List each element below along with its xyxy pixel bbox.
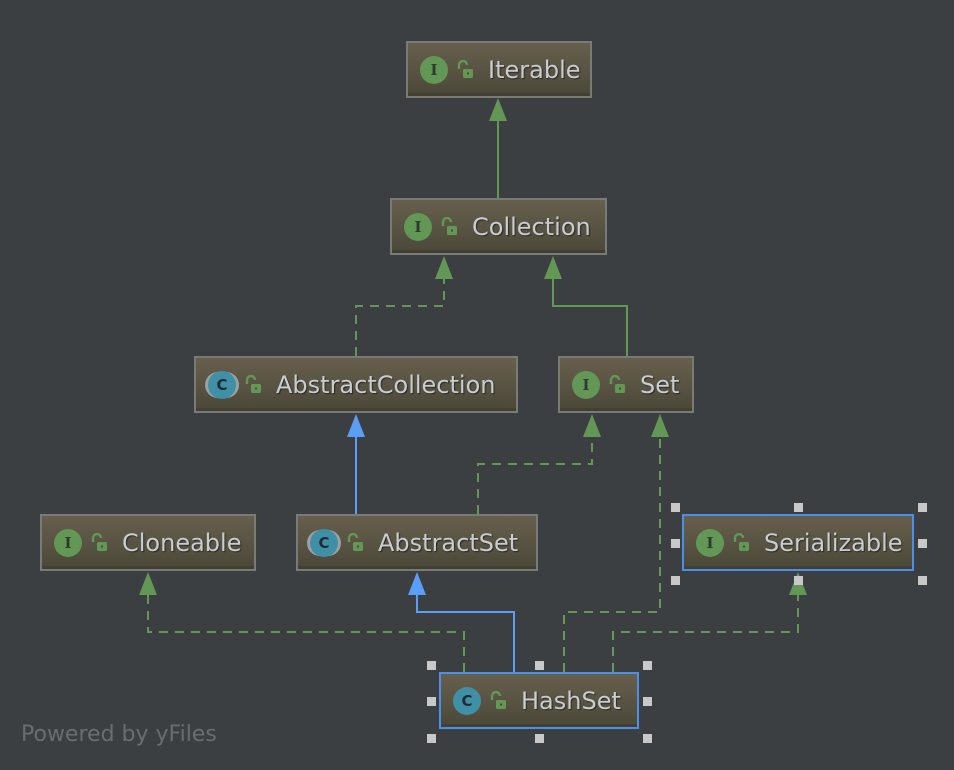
node-abstractcollection[interactable]: C AbstractCollection bbox=[194, 356, 518, 413]
node-cloneable[interactable]: I Cloneable bbox=[40, 514, 256, 571]
arrowhead-abstractcollection-to-collection bbox=[435, 256, 453, 279]
resize-handle[interactable] bbox=[918, 503, 927, 512]
node-iterable[interactable]: I Iterable bbox=[406, 41, 592, 98]
resize-handle[interactable] bbox=[671, 503, 680, 512]
arrowhead-abstractset-to-set bbox=[583, 414, 601, 437]
powered-by-label: Powered by yFiles bbox=[21, 722, 217, 747]
unlocked-icon bbox=[91, 532, 107, 551]
node-serializable[interactable]: I Serializable bbox=[682, 514, 914, 571]
abstract-class-icon: C bbox=[208, 370, 236, 399]
arrowhead-hashset-to-set bbox=[651, 414, 669, 437]
node-abstractset[interactable]: C AbstractSet bbox=[296, 514, 538, 571]
interface-icon: I bbox=[54, 528, 82, 557]
resize-handle[interactable] bbox=[535, 661, 544, 670]
resize-handle[interactable] bbox=[671, 576, 680, 585]
resize-handle[interactable] bbox=[794, 576, 803, 585]
unlocked-icon bbox=[733, 532, 749, 551]
edge-set-to-collection[interactable] bbox=[552, 278, 628, 356]
class-icon: C bbox=[453, 686, 481, 715]
resize-handle[interactable] bbox=[918, 576, 927, 585]
unlocked-icon bbox=[441, 216, 457, 235]
node-label: Serializable bbox=[764, 528, 903, 557]
resize-handle[interactable] bbox=[427, 734, 436, 743]
resize-handle[interactable] bbox=[918, 539, 927, 548]
resize-handle[interactable] bbox=[643, 661, 652, 670]
node-label: Cloneable bbox=[122, 528, 242, 557]
unlocked-icon bbox=[457, 59, 473, 78]
resize-handle[interactable] bbox=[643, 697, 652, 706]
edge-hashset-to-serializable[interactable] bbox=[612, 594, 799, 672]
edge-abstractset-to-set[interactable] bbox=[477, 436, 593, 514]
unlocked-icon bbox=[245, 374, 261, 393]
resize-handle[interactable] bbox=[643, 734, 652, 743]
abstract-class-icon: C bbox=[310, 528, 338, 557]
unlocked-icon bbox=[609, 374, 625, 393]
arrowhead-collection-to-iterable bbox=[489, 98, 507, 121]
arrowhead-set-to-collection bbox=[544, 256, 562, 279]
unlocked-icon bbox=[490, 690, 506, 709]
node-label: Set bbox=[640, 370, 680, 399]
interface-icon: I bbox=[696, 528, 724, 557]
unlocked-icon bbox=[347, 532, 363, 551]
node-collection[interactable]: I Collection bbox=[390, 198, 607, 255]
node-label: AbstractCollection bbox=[276, 370, 496, 399]
resize-handle[interactable] bbox=[535, 734, 544, 743]
interface-icon: I bbox=[572, 370, 600, 399]
node-label: Iterable bbox=[488, 55, 581, 84]
interface-icon: I bbox=[404, 212, 432, 241]
interface-icon: I bbox=[420, 55, 448, 84]
resize-handle[interactable] bbox=[427, 661, 436, 670]
edge-abstractcollection-to-collection[interactable] bbox=[355, 278, 445, 356]
node-set[interactable]: I Set bbox=[558, 356, 694, 413]
node-label: HashSet bbox=[521, 686, 621, 715]
resize-handle[interactable] bbox=[671, 539, 680, 548]
resize-handle[interactable] bbox=[794, 503, 803, 512]
node-label: AbstractSet bbox=[378, 528, 519, 557]
node-label: Collection bbox=[472, 212, 591, 241]
arrowhead-abstractset-to-abstractcollection bbox=[347, 414, 365, 437]
resize-handle[interactable] bbox=[427, 697, 436, 706]
arrowhead-hashset-to-abstractset bbox=[408, 572, 426, 595]
arrowhead-hashset-to-cloneable bbox=[139, 572, 157, 595]
node-hashset[interactable]: C HashSet bbox=[439, 672, 639, 729]
